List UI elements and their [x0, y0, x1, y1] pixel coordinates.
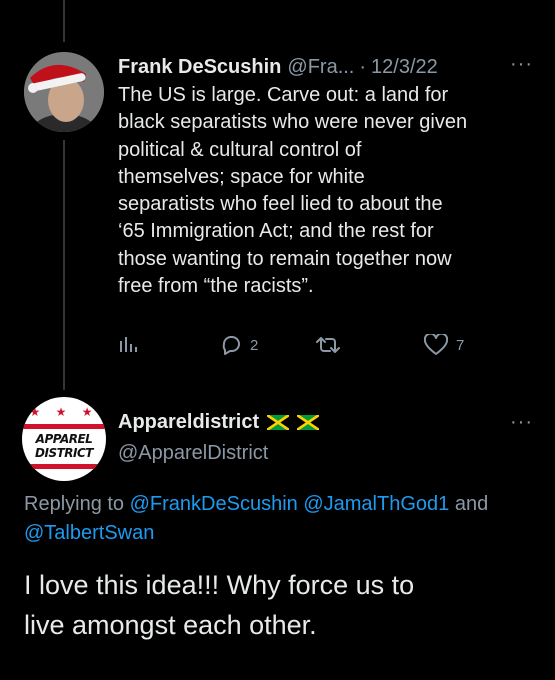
- jamaica-flag-icon: [297, 415, 320, 430]
- avatar-logo-text: APPAREL DISTRICT: [22, 432, 106, 460]
- tweet2-name-row: Appareldistrict: [118, 411, 320, 434]
- handle[interactable]: @ApparelDistrict: [118, 442, 268, 465]
- tweet1-header: Frank DeScushin @Fra... · 12/3/22: [118, 53, 535, 81]
- retweet-icon: [316, 337, 340, 353]
- thread-line: [63, 140, 65, 390]
- handle[interactable]: @Fra...: [287, 56, 354, 79]
- avatar-bar-bottom: [22, 464, 106, 469]
- avatar-frank[interactable]: [24, 52, 104, 132]
- more-options-button[interactable]: ···: [510, 411, 533, 434]
- separator: ·: [359, 55, 367, 78]
- tweet1-text: The US is large. Carve out: a land for b…: [118, 84, 468, 298]
- avatar-photo: [24, 52, 104, 132]
- retweet-button[interactable]: [316, 334, 340, 356]
- like-icon: [424, 334, 448, 355]
- avatar-logo-line2: DISTRICT: [35, 446, 93, 460]
- mention-link[interactable]: @TalbertSwan: [24, 522, 154, 544]
- jamaica-flag-icon: [267, 415, 290, 430]
- replying-to: Replying to @FrankDeScushin @JamalThGod1…: [24, 490, 534, 548]
- analytics-icon: [120, 337, 137, 352]
- reply-button[interactable]: 2: [220, 334, 258, 356]
- mention-link[interactable]: @JamalThGod1: [303, 493, 449, 515]
- and-label: and: [454, 493, 489, 515]
- like-button[interactable]: 7: [424, 334, 464, 356]
- avatar-stars: ★ ★ ★: [29, 405, 99, 419]
- avatar-appareldistrict[interactable]: ★ ★ ★ APPAREL DISTRICT: [22, 397, 106, 481]
- mention-link[interactable]: @FrankDeScushin: [130, 493, 298, 515]
- tweet1-actions: 2 7: [118, 334, 478, 362]
- reply-count: 2: [250, 336, 259, 354]
- analytics-button[interactable]: [118, 334, 138, 354]
- avatar-bar-top: [22, 424, 106, 429]
- thread-line-top: [63, 0, 65, 42]
- timestamp[interactable]: 12/3/22: [371, 56, 438, 79]
- display-name[interactable]: Frank DeScushin: [118, 56, 281, 79]
- reply-icon: [222, 336, 240, 355]
- display-name[interactable]: Appareldistrict: [118, 411, 259, 434]
- tweet2-text: I love this idea!!! Why force us to live…: [24, 570, 415, 640]
- avatar-logo-line1: APPAREL: [35, 432, 93, 446]
- like-count: 7: [456, 336, 465, 354]
- replying-to-label: Replying to: [24, 493, 125, 515]
- more-options-button[interactable]: ···: [510, 53, 533, 76]
